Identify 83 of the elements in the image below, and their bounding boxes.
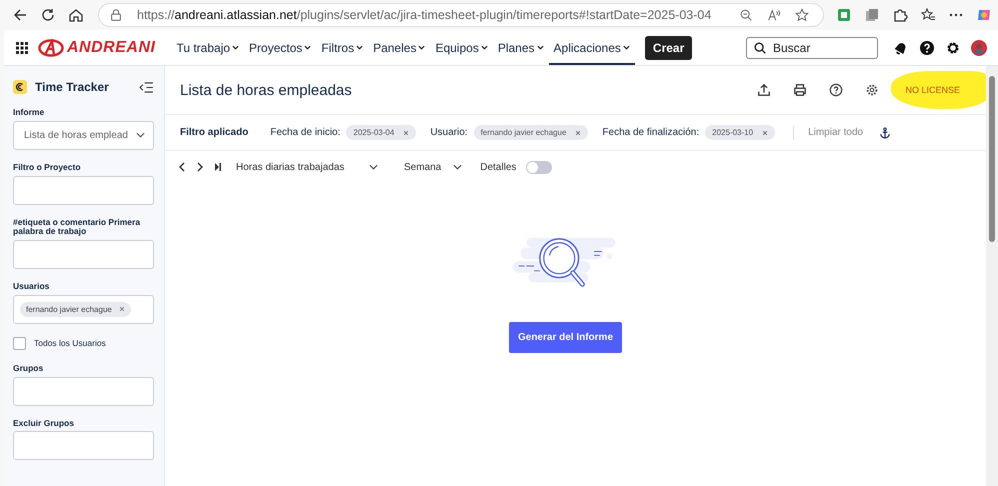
- report-select[interactable]: Lista de horas emplead: [13, 120, 154, 150]
- input-field[interactable]: [13, 240, 154, 269]
- nav-menu-item[interactable]: Planes: [492, 30, 549, 65]
- help-icon[interactable]: [829, 83, 844, 97]
- chevron-down-icon: [356, 45, 364, 50]
- remove-icon[interactable]: [762, 130, 768, 136]
- chevron-down-icon: [304, 45, 312, 50]
- time-tracker-logo-icon: [13, 80, 27, 94]
- field-label: Excluir Grupos: [13, 418, 75, 428]
- input-field[interactable]: [13, 376, 154, 406]
- collapse-sidebar-icon[interactable]: [139, 82, 154, 92]
- app-grid-icon[interactable]: [16, 42, 28, 54]
- input-field[interactable]: [13, 431, 154, 460]
- sidebar-title: Time Tracker: [35, 80, 109, 94]
- checkbox[interactable]: [13, 336, 26, 350]
- collections-icon[interactable]: [864, 7, 880, 23]
- settings-icon[interactable]: [945, 40, 961, 56]
- field-label: Informe: [13, 108, 46, 117]
- read-aloud-icon[interactable]: [767, 8, 782, 22]
- period-dropdown[interactable]: Semana: [404, 162, 462, 172]
- next-icon[interactable]: [196, 162, 204, 172]
- generate-report-button[interactable]: Generar del Informe: [508, 322, 622, 353]
- nav-menu-item[interactable]: Tu trabajo: [171, 30, 244, 65]
- checkbox-label: Todos los Usuarios: [34, 338, 106, 348]
- search-icon: [753, 40, 767, 54]
- user-tag[interactable]: fernando javier echague: [20, 302, 131, 317]
- logo-text[interactable]: ANDREANI: [67, 38, 156, 56]
- filter-label: Usuario:: [430, 127, 468, 138]
- chevron-down-icon: [453, 164, 462, 170]
- field-label: Grupos: [13, 364, 44, 373]
- settings-icon[interactable]: [865, 83, 880, 97]
- previous-icon[interactable]: [178, 162, 186, 172]
- input-field[interactable]: [13, 176, 154, 205]
- avatar-icon[interactable]: [971, 40, 987, 56]
- nav-menu-item[interactable]: Proyectos: [244, 30, 316, 65]
- field-label: Usuarios: [13, 282, 50, 291]
- nav-menu-item[interactable]: Equipos: [430, 30, 493, 65]
- chevron-down-icon: [136, 132, 145, 138]
- address-bar[interactable]: https://andreani.atlassian.net/plugins/servlet/ac/jira-timesheet-plugin/timereports#!startDate=2025-03-04: [98, 3, 824, 27]
- nav-menu-item[interactable]: Paneles: [368, 30, 430, 65]
- field-label: Filtro o Proyecto: [13, 162, 82, 172]
- upload-icon[interactable]: [757, 83, 772, 97]
- users-field[interactable]: fernando javier echague: [13, 294, 154, 324]
- skip-to-end-icon[interactable]: [214, 162, 222, 172]
- copilot-icon[interactable]: [976, 7, 992, 23]
- anchor-icon[interactable]: [879, 126, 892, 138]
- chevron-down-icon: [536, 45, 544, 50]
- logo-icon: [38, 38, 64, 56]
- home-icon[interactable]: [68, 7, 84, 23]
- field-label: #etiqueta o comentario Primera palabra de trabajo: [13, 218, 142, 236]
- chevron-down-icon: [418, 45, 426, 50]
- create-button[interactable]: Crear: [644, 36, 692, 60]
- remove-icon[interactable]: [575, 130, 582, 136]
- filter-chip[interactable]: 2025-03-10: [705, 125, 776, 140]
- search-field[interactable]: Buscar: [746, 36, 878, 58]
- page-title: Lista de horas empleadas: [180, 82, 352, 98]
- remove-icon[interactable]: [118, 306, 125, 312]
- chevron-down-icon: [480, 45, 488, 50]
- chevron-down-icon: [232, 45, 240, 50]
- extensions-icon[interactable]: [892, 7, 908, 23]
- lock-icon: [109, 8, 123, 22]
- filter-chip[interactable]: fernando javier echague: [474, 125, 588, 140]
- nav-menu-item[interactable]: Aplicaciones: [548, 30, 635, 65]
- zoom-out-icon[interactable]: [739, 8, 754, 22]
- back-icon[interactable]: [12, 7, 28, 23]
- clear-all-link[interactable]: Limpiar todo: [808, 127, 864, 138]
- print-icon[interactable]: [793, 83, 808, 97]
- favorites-icon[interactable]: [920, 7, 936, 23]
- toggle-label: Detalles: [480, 162, 516, 172]
- filter-label: Fecha de inicio:: [270, 127, 340, 138]
- filter-label: Fecha de finalización:: [602, 127, 700, 138]
- filter-chip[interactable]: 2025-03-04: [346, 125, 416, 140]
- refresh-icon[interactable]: [40, 7, 56, 23]
- chevron-down-icon: [369, 164, 378, 170]
- spreadsheet-icon[interactable]: [836, 7, 852, 23]
- nav-menu-item[interactable]: Filtros: [316, 30, 368, 65]
- star-icon[interactable]: [795, 8, 810, 22]
- chevron-down-icon: [622, 45, 630, 50]
- report-type-dropdown[interactable]: Horas diarias trabajadas: [236, 162, 378, 172]
- filter-heading: Filtro aplicado: [180, 127, 248, 138]
- details-toggle[interactable]: [526, 160, 552, 174]
- help-icon[interactable]: [919, 40, 935, 56]
- remove-icon[interactable]: [403, 130, 410, 136]
